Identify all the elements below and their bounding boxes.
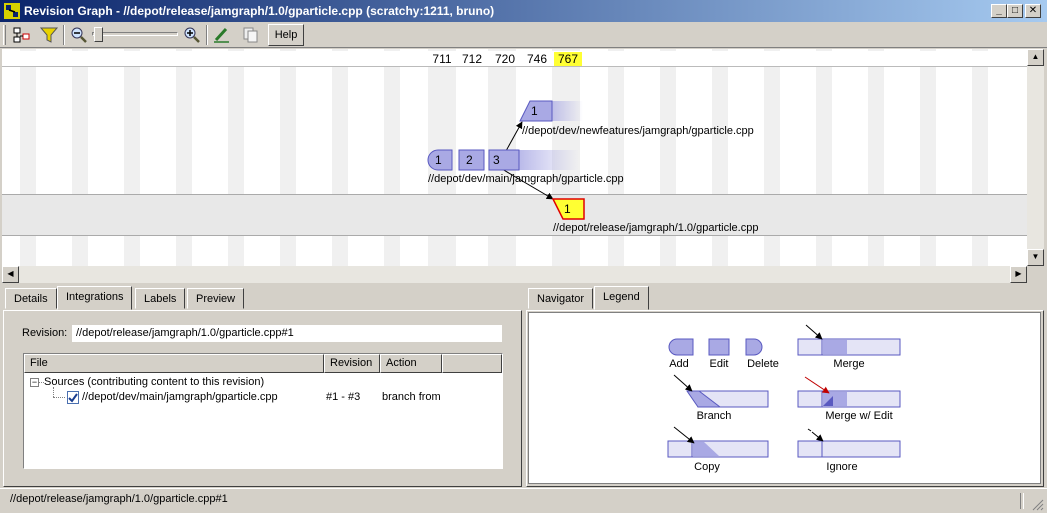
- scroll-corner: [1027, 266, 1044, 283]
- node-release-1-label: 1: [564, 202, 571, 216]
- tree-root-sources[interactable]: Sources (contributing content to this re…: [44, 376, 264, 388]
- minimize-icon: _: [996, 5, 1002, 16]
- scroll-up-icon[interactable]: ▲: [1027, 49, 1044, 66]
- tree-connector: [53, 387, 54, 397]
- details-panel: Details Integrations Labels Preview Revi…: [3, 286, 522, 487]
- toolbar: Help: [0, 22, 1047, 48]
- node-newfeat-1-label: 1: [531, 104, 538, 118]
- toolbar-separator: [206, 25, 208, 45]
- legend-ignore-icon: [811, 431, 824, 442]
- window-title: Revision Graph - //depot/release/jamgrap…: [24, 4, 495, 18]
- status-separator: [1020, 493, 1024, 509]
- copy-icon[interactable]: [240, 25, 262, 45]
- close-button[interactable]: ✕: [1025, 4, 1041, 18]
- node-main-2-label: 2: [466, 153, 473, 167]
- graph-vertical-scrollbar[interactable]: ▲ ▼: [1027, 49, 1044, 266]
- column-file[interactable]: File: [24, 354, 324, 373]
- legend-box: Add Edit Delete Merge Branch Merge w/ Ed…: [528, 312, 1041, 484]
- title-bar: Revision Graph - //depot/release/jamgrap…: [0, 0, 1047, 22]
- legend-add-icon: [668, 338, 694, 356]
- help-button[interactable]: Help: [268, 24, 304, 46]
- legend-delete-icon: [745, 338, 763, 356]
- path-release: //depot/release/jamgraph/1.0/gparticle.c…: [553, 222, 759, 234]
- tab-details[interactable]: Details: [5, 288, 57, 309]
- revision-graph[interactable]: 711 712 720 746 767 1 2 3 1 1 //depot/de…: [2, 49, 1027, 266]
- scroll-down-icon[interactable]: ▼: [1027, 249, 1044, 266]
- status-bar: //depot/release/jamgraph/1.0/gparticle.c…: [0, 488, 1047, 513]
- graph-horizontal-scrollbar[interactable]: ◀ ▶: [2, 266, 1027, 283]
- revision-label: Revision:: [22, 327, 68, 339]
- tab-preview[interactable]: Preview: [187, 288, 245, 309]
- filter-icon[interactable]: [38, 25, 60, 45]
- tab-integrations[interactable]: Integrations: [57, 286, 133, 310]
- zoom-slider[interactable]: [92, 32, 178, 36]
- path-main: //depot/dev/main/jamgraph/gparticle.cpp: [428, 173, 624, 185]
- toolbar-grip: [3, 25, 6, 45]
- node-main-1-label: 1: [435, 153, 442, 167]
- legend-merge-edit-label: Merge w/ Edit: [825, 410, 893, 422]
- path-newfeatures: //depot/dev/newfeatures/jamgraph/gpartic…: [522, 125, 754, 137]
- legend-branch-label: Branch: [696, 410, 732, 422]
- tab-navigator[interactable]: Navigator: [528, 288, 594, 309]
- tab-legend[interactable]: Legend: [594, 286, 649, 310]
- tab-labels[interactable]: Labels: [135, 288, 186, 309]
- legend-merge-icon: [805, 324, 823, 340]
- integrations-list[interactable]: File Revision Action − Sources (contribu…: [23, 353, 503, 469]
- legend-copy-label: Copy: [694, 461, 720, 473]
- graph-edges: [427, 100, 585, 220]
- column-revision[interactable]: Revision: [324, 354, 380, 373]
- integrations-tabpage: Revision: //depot/release/jamgraph/1.0/g…: [3, 310, 522, 487]
- row-action: branch from: [382, 391, 441, 403]
- highlight-icon[interactable]: [211, 25, 233, 45]
- minimize-button[interactable]: _: [991, 4, 1007, 18]
- legend-edit-label: Edit: [709, 358, 729, 370]
- tree-collapse-icon[interactable]: −: [30, 378, 39, 387]
- legend-drawing: [667, 324, 901, 458]
- resize-grip-icon[interactable]: [1030, 497, 1044, 511]
- column-spacer: [442, 354, 502, 373]
- legend-delete-label: Delete: [747, 358, 779, 370]
- toolbar-separator: [63, 25, 65, 45]
- row-file[interactable]: //depot/dev/main/jamgraph/gparticle.cpp: [82, 391, 278, 403]
- legend-merge-label: Merge: [833, 358, 865, 370]
- column-action[interactable]: Action: [380, 354, 442, 373]
- app-icon: [4, 3, 20, 19]
- zoom-in-icon[interactable]: [181, 25, 203, 45]
- navigator-panel: Navigator Legend Add Edit Delete Merge B…: [526, 286, 1044, 487]
- maximize-icon: □: [1011, 5, 1019, 16]
- tree-icon[interactable]: [11, 25, 33, 45]
- scroll-right-icon[interactable]: ▶: [1010, 266, 1027, 283]
- node-main-3-label: 3: [493, 153, 500, 167]
- status-text: //depot/release/jamgraph/1.0/gparticle.c…: [10, 493, 228, 505]
- maximize-button[interactable]: □: [1007, 4, 1023, 18]
- legend-add-label: Add: [669, 358, 689, 370]
- legend-ignore-label: Ignore: [826, 461, 858, 473]
- zoom-out-icon[interactable]: [68, 25, 90, 45]
- row-revision: #1 - #3: [326, 391, 361, 403]
- legend-edit-icon: [708, 338, 730, 356]
- zoom-slider-thumb[interactable]: [94, 27, 103, 42]
- checked-file-icon: [67, 391, 79, 404]
- scroll-left-icon[interactable]: ◀: [2, 266, 19, 283]
- close-icon: ✕: [1028, 5, 1038, 16]
- tree-connector: [53, 397, 65, 398]
- revision-field[interactable]: //depot/release/jamgraph/1.0/gparticle.c…: [72, 325, 502, 342]
- legend-branch-icon: [673, 374, 693, 392]
